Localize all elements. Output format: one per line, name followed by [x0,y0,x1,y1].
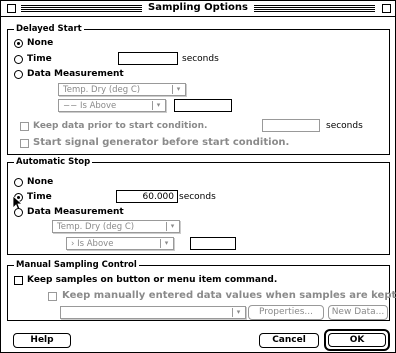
sampling-options-window: Sampling Options Delayed Start None Time… [0,0,396,353]
start-signal-generator-label: Start signal generator before start cond… [33,137,290,148]
ok-button-label: OK [328,333,386,347]
delayed-start-none-label: None [27,38,54,48]
title-bar[interactable]: Sampling Options [1,1,395,17]
chevron-updown-icon: ▾ [152,101,164,110]
keep-manual-data-checkbox[interactable] [48,292,57,301]
manual-sampling-group: Manual Sampling Control Keep samples on … [7,260,396,321]
delayed-start-data-measurement-label: Data Measurement [27,69,124,79]
delayed-start-condition-value: −− Is Above [63,101,117,111]
automatic-stop-sensor-popup[interactable]: Temp. Dry (deg C) ▾ [52,220,180,233]
automatic-stop-time-label: Time [27,192,52,202]
automatic-stop-threshold-field[interactable] [190,237,236,250]
new-data-button[interactable]: New Data... [328,305,388,320]
window-title: Sampling Options [142,2,254,13]
automatic-stop-condition-text: Is Above [77,239,114,249]
delayed-start-sensor-popup[interactable]: Temp. Dry (deg C) ▾ [58,83,186,96]
automatic-stop-title: Automatic Stop [14,157,93,167]
chevron-updown-icon: ▾ [166,222,178,231]
help-button[interactable]: Help [13,333,71,348]
keep-data-seconds-unit: seconds [326,121,363,131]
dataset-popup[interactable]: ▾ [60,306,246,319]
delayed-start-time-unit: seconds [182,54,219,64]
chevron-updown-icon: ▾ [160,239,172,248]
delayed-start-data-measurement-radio[interactable] [14,70,23,79]
delayed-start-none-radio[interactable] [14,39,23,48]
delayed-start-title: Delayed Start [14,24,84,34]
properties-button[interactable]: Properties... [248,305,324,320]
keep-data-seconds-field[interactable] [262,119,320,132]
cancel-button[interactable]: Cancel [259,333,319,348]
chevron-updown-icon: ▾ [172,85,184,94]
delayed-start-time-label: Time [27,54,52,64]
automatic-stop-none-label: None [27,177,54,187]
delayed-start-condition-text: Is Above [79,101,117,111]
manual-sampling-title: Manual Sampling Control [14,260,139,270]
automatic-stop-condition-popup[interactable]: › Is Above ▾ [66,237,174,250]
delayed-start-time-radio[interactable] [14,55,23,64]
ok-button[interactable]: OK [324,329,390,351]
keep-data-prior-label: Keep data prior to start condition. [33,121,208,131]
start-signal-generator-checkbox[interactable] [20,139,29,148]
delayed-start-condition-popup[interactable]: −− Is Above ▾ [58,99,166,112]
automatic-stop-sensor-value: Temp. Dry (deg C) [57,222,135,232]
keep-data-prior-checkbox[interactable] [20,122,29,131]
automatic-stop-data-measurement-radio[interactable] [14,208,23,217]
automatic-stop-time-unit: seconds [179,192,216,202]
keep-samples-checkbox[interactable] [14,276,23,285]
delayed-start-threshold-field[interactable] [174,99,232,112]
automatic-stop-data-measurement-label: Data Measurement [27,207,124,217]
automatic-stop-group: Automatic Stop None Time 60.000 seconds … [7,157,390,255]
zoom-box[interactable] [382,4,391,13]
chevron-updown-icon: ▾ [232,308,244,317]
automatic-stop-none-radio[interactable] [14,178,23,187]
keep-samples-label: Keep samples on button or menu item comm… [27,275,278,285]
delayed-start-time-field[interactable] [118,52,178,65]
keep-manual-data-label: Keep manually entered data values when s… [62,290,396,301]
delayed-start-sensor-value: Temp. Dry (deg C) [63,85,141,95]
automatic-stop-condition-value: › Is Above [71,239,114,249]
automatic-stop-time-field[interactable]: 60.000 [116,190,178,203]
delayed-start-group: Delayed Start None Time seconds Data Mea… [7,24,390,155]
